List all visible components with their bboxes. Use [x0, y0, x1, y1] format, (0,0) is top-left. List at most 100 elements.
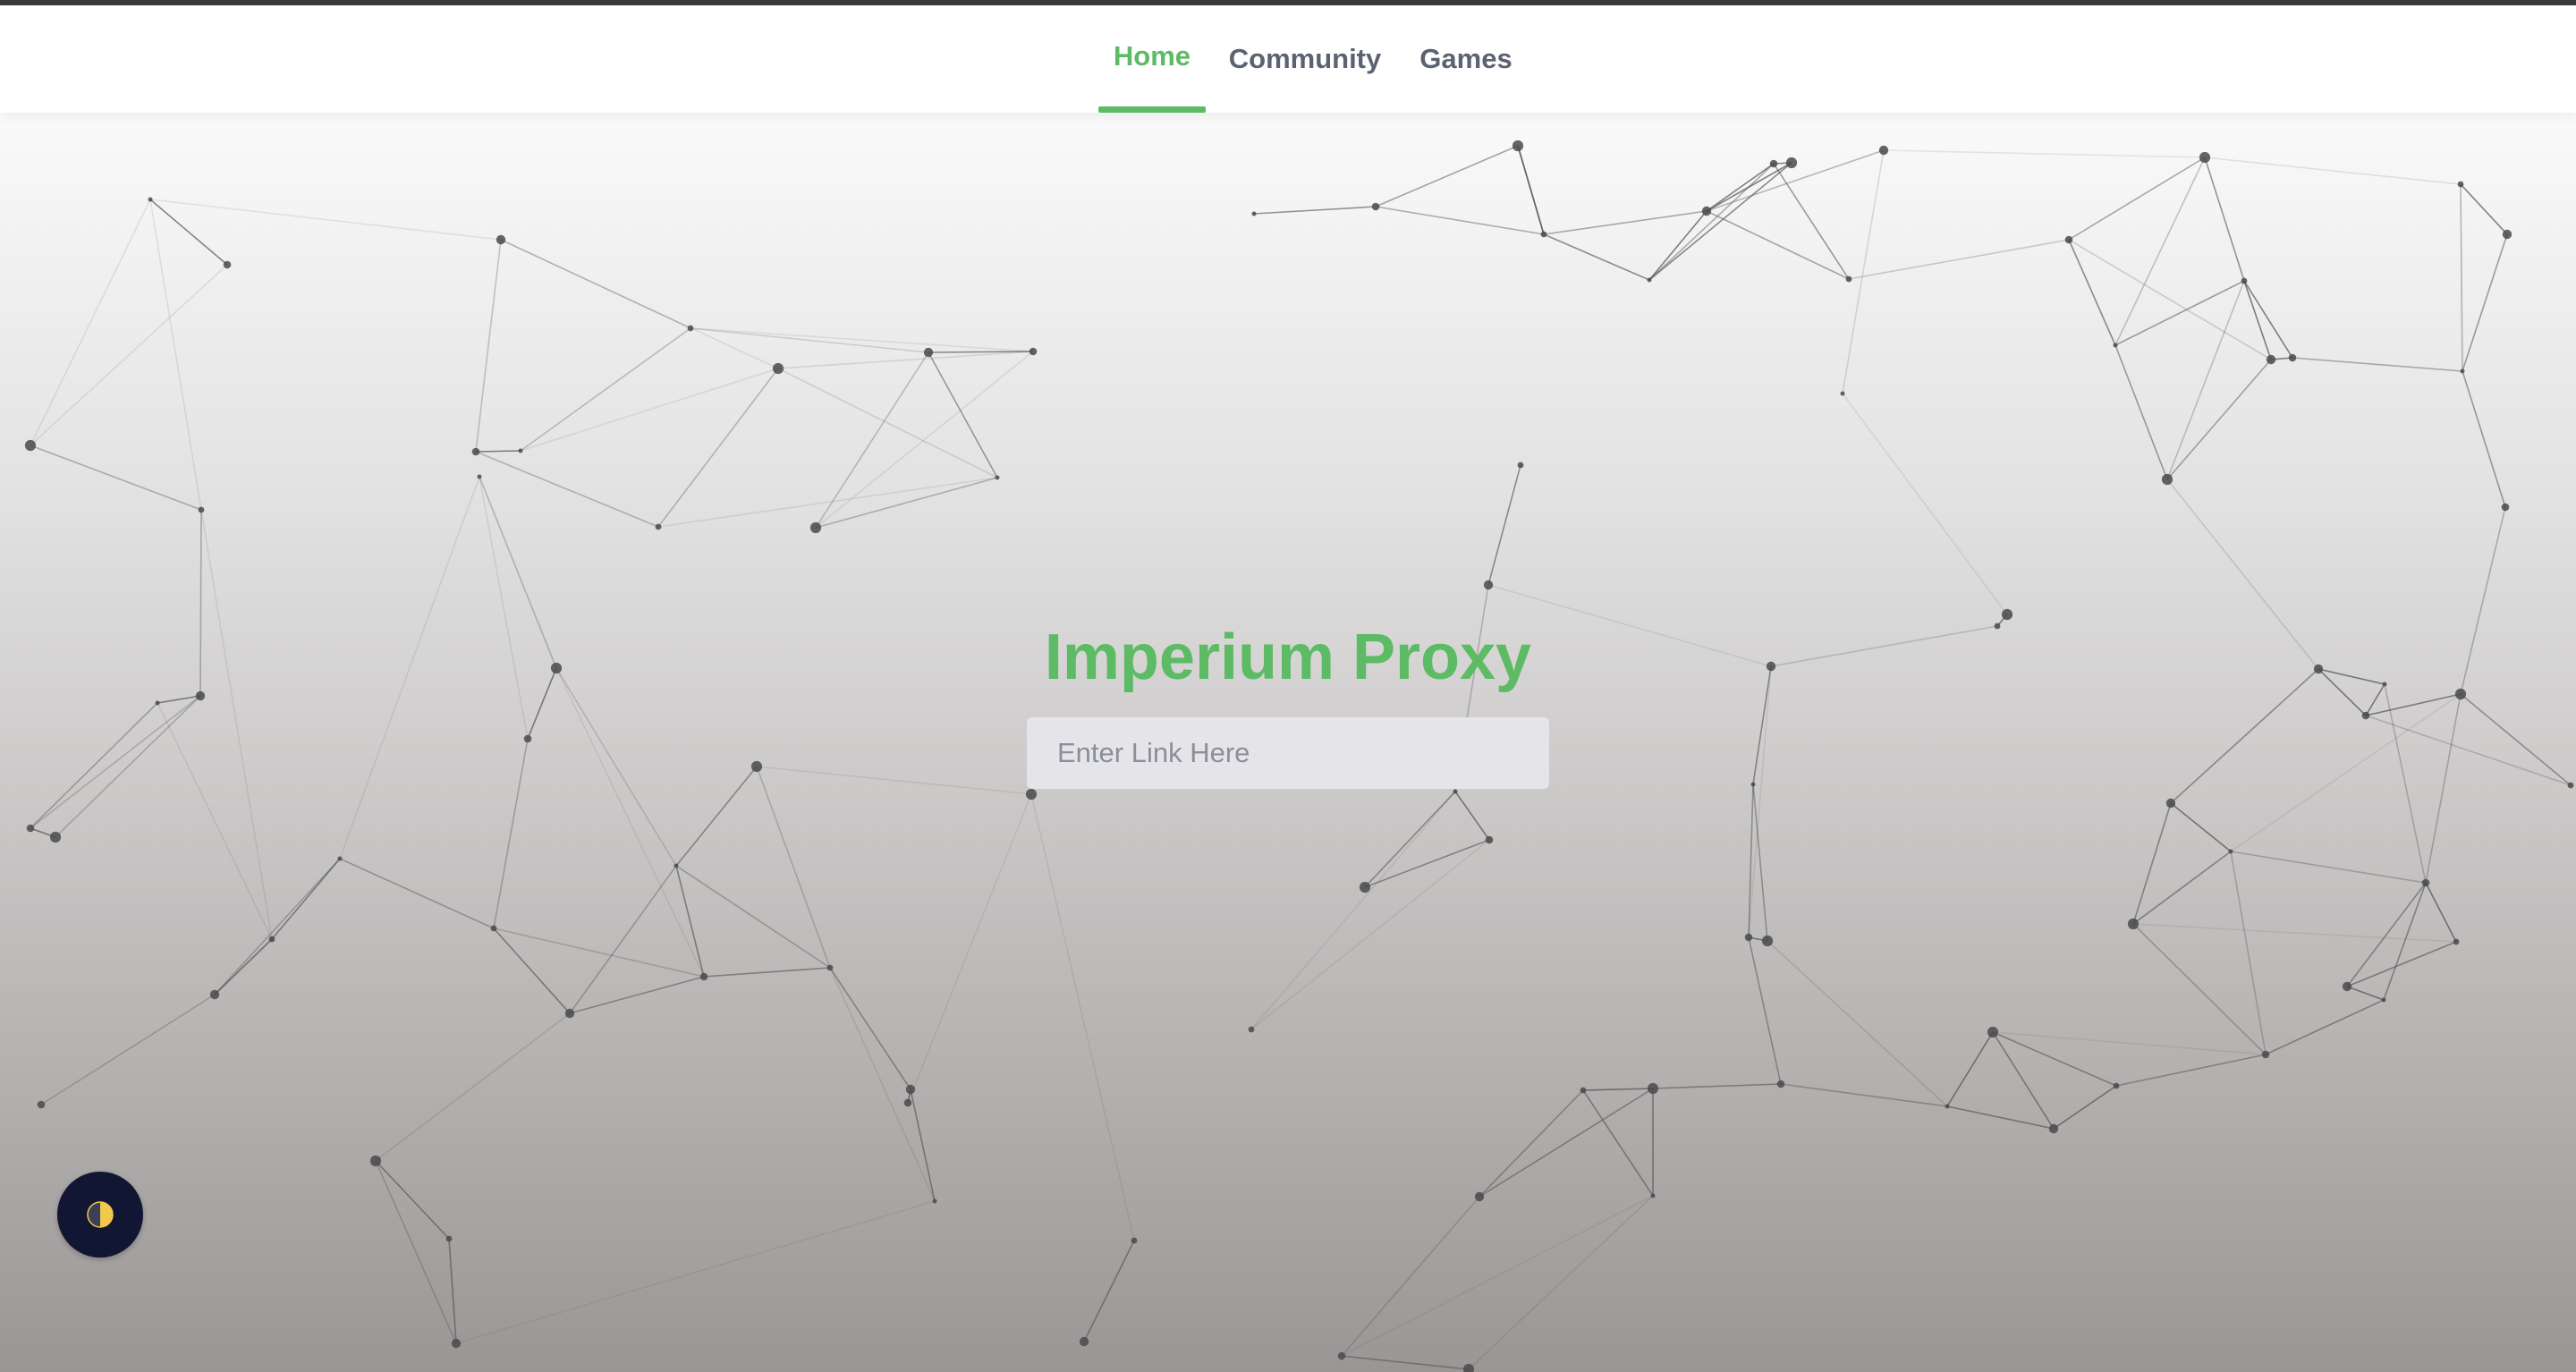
network-link	[30, 264, 228, 446]
network-node	[2113, 1082, 2120, 1089]
network-link	[1582, 1089, 1654, 1197]
network-node	[1845, 275, 1852, 283]
network-node	[1337, 1351, 1346, 1360]
network-link	[149, 199, 202, 511]
network-node	[1580, 1087, 1587, 1094]
network-link	[928, 351, 1034, 353]
network-link	[1375, 206, 1545, 235]
network-link	[30, 199, 151, 446]
network-link	[1364, 791, 1456, 888]
network-link	[1253, 206, 1377, 215]
nav-item-games[interactable]: Games	[1410, 5, 1522, 113]
network-link	[2204, 157, 2245, 282]
network-link	[675, 865, 831, 969]
network-link	[2114, 344, 2168, 480]
network-node	[2454, 688, 2467, 700]
network-link	[479, 476, 557, 669]
network-link	[2318, 668, 2367, 716]
network-node	[1785, 157, 1798, 169]
network-link	[690, 327, 929, 353]
network-node	[49, 831, 62, 843]
network-node	[2048, 1123, 2059, 1134]
network-link	[2460, 506, 2506, 695]
network-node	[674, 863, 679, 868]
network-node	[2501, 503, 2510, 512]
network-link	[690, 327, 1034, 352]
network-node	[1776, 1080, 1785, 1088]
network-link	[30, 445, 202, 511]
network-link	[1648, 163, 1775, 281]
network-link	[555, 667, 677, 867]
network-link	[40, 994, 216, 1105]
network-link	[2318, 668, 2385, 685]
network-link	[493, 927, 571, 1014]
network-link	[2383, 882, 2427, 1001]
page-title: Imperium Proxy	[1044, 622, 1532, 693]
network-link	[1842, 149, 1885, 394]
network-link	[1543, 233, 1650, 281]
network-link	[479, 476, 529, 740]
network-node	[1359, 881, 1371, 893]
nav-item-community[interactable]: Community	[1222, 5, 1388, 113]
network-link	[2053, 1085, 2117, 1130]
network-node	[369, 1155, 382, 1167]
network-link	[1582, 1088, 1654, 1091]
network-link	[1517, 145, 1545, 235]
network-link	[375, 1160, 457, 1344]
network-node	[903, 1098, 912, 1107]
network-node	[2567, 782, 2574, 789]
network-node	[1251, 211, 1257, 216]
network-node	[1131, 1237, 1138, 1244]
network-link	[703, 967, 831, 978]
network-link	[455, 1200, 936, 1344]
network-link	[2132, 851, 2232, 925]
network-link	[375, 1012, 571, 1162]
network-link	[2243, 280, 2293, 359]
nav-item-home-label: Home	[1113, 40, 1191, 72]
network-link	[2425, 693, 2462, 884]
network-link	[777, 351, 1034, 369]
network-node	[490, 925, 497, 932]
network-link	[2068, 239, 2116, 346]
network-link	[1706, 163, 1775, 212]
network-link	[928, 351, 998, 479]
network-node	[1029, 347, 1038, 356]
network-link	[1364, 839, 1490, 888]
link-input[interactable]	[1027, 717, 1549, 789]
network-link	[829, 967, 936, 1202]
network-link	[2365, 715, 2572, 786]
network-link	[200, 509, 273, 940]
network-node	[750, 760, 763, 773]
network-link	[475, 451, 659, 528]
network-node	[155, 700, 160, 706]
theme-toggle-button[interactable]	[57, 1172, 143, 1258]
network-node	[655, 523, 662, 530]
network-node	[2342, 981, 2352, 992]
network-link	[149, 199, 228, 266]
network-node	[148, 197, 153, 202]
network-node	[1647, 1082, 1659, 1095]
network-link	[1341, 1195, 1654, 1357]
network-node	[826, 964, 834, 971]
network-link	[2292, 357, 2463, 372]
nav-item-home[interactable]: Home	[1098, 5, 1206, 113]
network-node	[2460, 368, 2465, 374]
network-node	[24, 439, 37, 452]
top-navbar: Home Community Games	[0, 5, 2576, 113]
network-link	[2204, 157, 2462, 185]
network-node	[471, 447, 480, 456]
network-node	[2421, 878, 2430, 887]
network-link	[30, 695, 201, 829]
network-node	[932, 1198, 937, 1204]
network-node	[2001, 608, 2013, 621]
network-node	[1485, 835, 1494, 844]
network-node	[2266, 354, 2276, 365]
network-node	[337, 856, 343, 861]
network-node	[2161, 473, 2174, 486]
network-node	[2502, 229, 2512, 240]
network-link	[569, 976, 705, 1014]
network-link	[2114, 280, 2245, 346]
network-node	[1025, 788, 1038, 800]
network-node	[523, 734, 532, 743]
network-link	[815, 351, 1034, 529]
